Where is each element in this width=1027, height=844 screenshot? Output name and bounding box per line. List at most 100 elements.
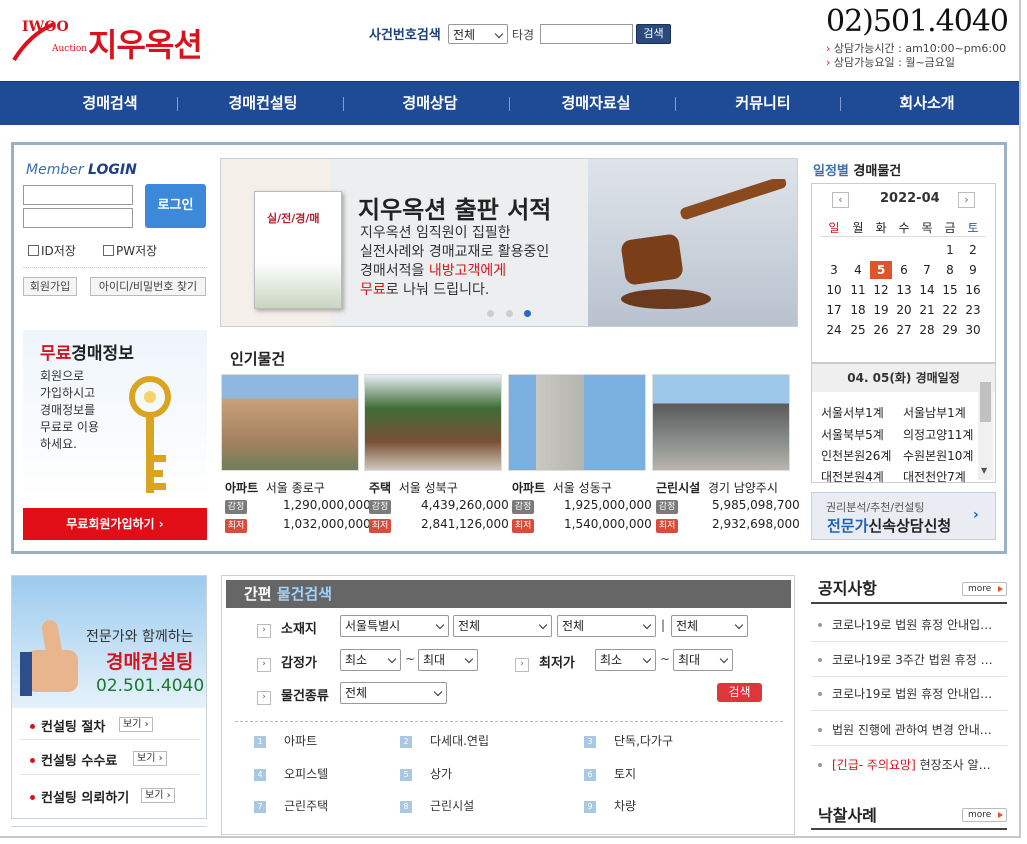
- id-input[interactable]: [23, 185, 133, 205]
- property-card[interactable]: [221, 374, 359, 471]
- court-item[interactable]: 서울남부1계: [903, 404, 966, 421]
- appraisal-min-select[interactable]: 최소: [340, 649, 401, 671]
- court-item[interactable]: 인천본원26계: [821, 447, 891, 464]
- scrollbar-thumb[interactable]: [980, 382, 991, 422]
- location-district-select[interactable]: 전체: [453, 615, 552, 637]
- notice-item[interactable]: 코로나19로 법원 휴정 안내입…: [818, 616, 1008, 633]
- category-mixed-facility[interactable]: 8 근린시설: [400, 797, 474, 814]
- view-button[interactable]: 보기 ›: [133, 751, 167, 766]
- category-officetel[interactable]: 4 오피스텔: [254, 765, 328, 782]
- property-card[interactable]: [364, 374, 502, 471]
- calendar-day[interactable]: 27: [893, 323, 915, 337]
- case-search-button[interactable]: 검색: [636, 24, 671, 44]
- calendar-day[interactable]: 26: [870, 323, 892, 337]
- consulting-request-link[interactable]: 컨설팅 의뢰하기: [30, 787, 129, 806]
- slide-dot-3-active[interactable]: [524, 310, 531, 317]
- calendar-day[interactable]: 14: [916, 283, 938, 297]
- court-item[interactable]: 대전천안7계: [903, 468, 966, 485]
- nav-community[interactable]: 커뮤니티: [693, 82, 833, 126]
- case-number-input[interactable]: [540, 24, 633, 44]
- lowest-min-select[interactable]: 최소: [595, 649, 656, 671]
- calendar-day[interactable]: 23: [962, 303, 984, 317]
- slide-dot-2[interactable]: [506, 310, 513, 317]
- category-land[interactable]: 6 토지: [584, 765, 636, 782]
- court-item[interactable]: 서울북부5계: [821, 426, 884, 443]
- appraisal-max-select[interactable]: 최대: [418, 649, 478, 671]
- free-join-button[interactable]: 무료회원가입하기 ›: [23, 508, 207, 540]
- nav-resources[interactable]: 경매자료실: [526, 82, 666, 126]
- calendar-day[interactable]: 5: [870, 261, 892, 279]
- calendar-day[interactable]: 19: [870, 303, 892, 317]
- notice-item[interactable]: 코로나19로 법원 휴정 안내입…: [818, 685, 1008, 702]
- consult-request-button[interactable]: 권리분석/추천/컨설팅 전문가신속상담신청 ›: [811, 492, 996, 540]
- nav-consultation[interactable]: 경매상담: [360, 82, 500, 126]
- notice-item[interactable]: 법원 진행에 관하여 변경 안내…: [818, 721, 1008, 738]
- category-store[interactable]: 5 상가: [400, 765, 452, 782]
- calendar-day[interactable]: 22: [939, 303, 961, 317]
- category-mixed-house[interactable]: 7 근린주택: [254, 797, 328, 814]
- calendar-day[interactable]: 18: [847, 303, 869, 317]
- next-month-button[interactable]: ›: [958, 192, 975, 208]
- calendar-day[interactable]: 17: [823, 303, 845, 317]
- id-save-checkbox[interactable]: ID저장: [28, 242, 76, 259]
- schedule-scrollbar[interactable]: ▼: [978, 380, 993, 480]
- quick-search-button[interactable]: 검색: [717, 683, 762, 702]
- calendar-day[interactable]: 24: [823, 323, 845, 337]
- category-vehicle[interactable]: 9 차량: [584, 797, 636, 814]
- calendar-day[interactable]: 7: [916, 263, 938, 277]
- court-item[interactable]: 서울서부1계: [821, 404, 884, 421]
- nav-company[interactable]: 회사소개: [857, 82, 997, 126]
- lowest-max-select[interactable]: 최대: [673, 649, 733, 671]
- location-city-select[interactable]: 서울특별시: [340, 615, 449, 637]
- location-dong-select[interactable]: 전체: [557, 615, 656, 637]
- calendar-day[interactable]: 3: [823, 263, 845, 277]
- category-apartment[interactable]: 1 아파트: [254, 732, 317, 749]
- calendar-day[interactable]: 11: [847, 283, 869, 297]
- calendar-day[interactable]: 25: [847, 323, 869, 337]
- court-item[interactable]: 수원본원10계: [903, 447, 973, 464]
- calendar-day[interactable]: 2: [962, 243, 984, 257]
- view-button[interactable]: 보기 ›: [119, 717, 153, 732]
- property-card[interactable]: [652, 374, 790, 471]
- category-house[interactable]: 3 단독,다가구: [584, 732, 673, 749]
- court-item[interactable]: 대전본원4계: [821, 468, 884, 485]
- court-item[interactable]: 의정고양11계: [903, 426, 973, 443]
- calendar-day[interactable]: 10: [823, 283, 845, 297]
- notice-more-button[interactable]: more: [962, 582, 1007, 596]
- nav-auction-search[interactable]: 경매검색: [40, 82, 180, 126]
- calendar-day[interactable]: 9: [962, 263, 984, 277]
- calendar-day[interactable]: 30: [962, 323, 984, 337]
- calendar-day[interactable]: 4: [847, 263, 869, 277]
- type-select[interactable]: 전체: [340, 682, 447, 704]
- calendar-day[interactable]: 6: [893, 263, 915, 277]
- calendar-day[interactable]: 16: [962, 283, 984, 297]
- property-card[interactable]: [508, 374, 646, 471]
- nav-consulting[interactable]: 경매컨설팅: [193, 82, 333, 126]
- scroll-down-icon[interactable]: ▼: [981, 466, 987, 475]
- calendar-day[interactable]: 1: [939, 243, 961, 257]
- category-multiplex[interactable]: 2 다세대.연립: [400, 732, 489, 749]
- calendar-day[interactable]: 8: [939, 263, 961, 277]
- calendar-day[interactable]: 15: [939, 283, 961, 297]
- consulting-fee-link[interactable]: 컨설팅 수수료: [30, 750, 117, 769]
- cases-more-button[interactable]: more: [962, 808, 1007, 822]
- prev-month-button[interactable]: ‹: [832, 192, 849, 208]
- calendar-day[interactable]: 12: [870, 283, 892, 297]
- slide-dot-1[interactable]: [487, 310, 494, 317]
- calendar-day[interactable]: 28: [916, 323, 938, 337]
- view-button[interactable]: 보기 ›: [141, 788, 175, 803]
- calendar-day[interactable]: 21: [916, 303, 938, 317]
- find-account-button[interactable]: 아이디/비밀번호 찾기: [90, 277, 206, 296]
- notice-item-urgent[interactable]: [긴급- 주의요망] 현장조사 알…: [818, 756, 1008, 773]
- consulting-process-link[interactable]: 컨설팅 절차: [30, 716, 105, 735]
- calendar-day[interactable]: 20: [893, 303, 915, 317]
- notice-item[interactable]: 코로나19로 3주간 법원 휴정 …: [818, 651, 1008, 668]
- case-year-select[interactable]: 전체: [448, 24, 508, 44]
- join-button[interactable]: 회원가입: [23, 277, 77, 296]
- login-button[interactable]: 로그인: [145, 184, 206, 228]
- pw-save-checkbox[interactable]: PW저장: [103, 242, 157, 259]
- calendar-day[interactable]: 29: [939, 323, 961, 337]
- location-court-select[interactable]: 전체: [671, 615, 748, 637]
- password-input[interactable]: [23, 208, 133, 228]
- calendar-day[interactable]: 13: [893, 283, 915, 297]
